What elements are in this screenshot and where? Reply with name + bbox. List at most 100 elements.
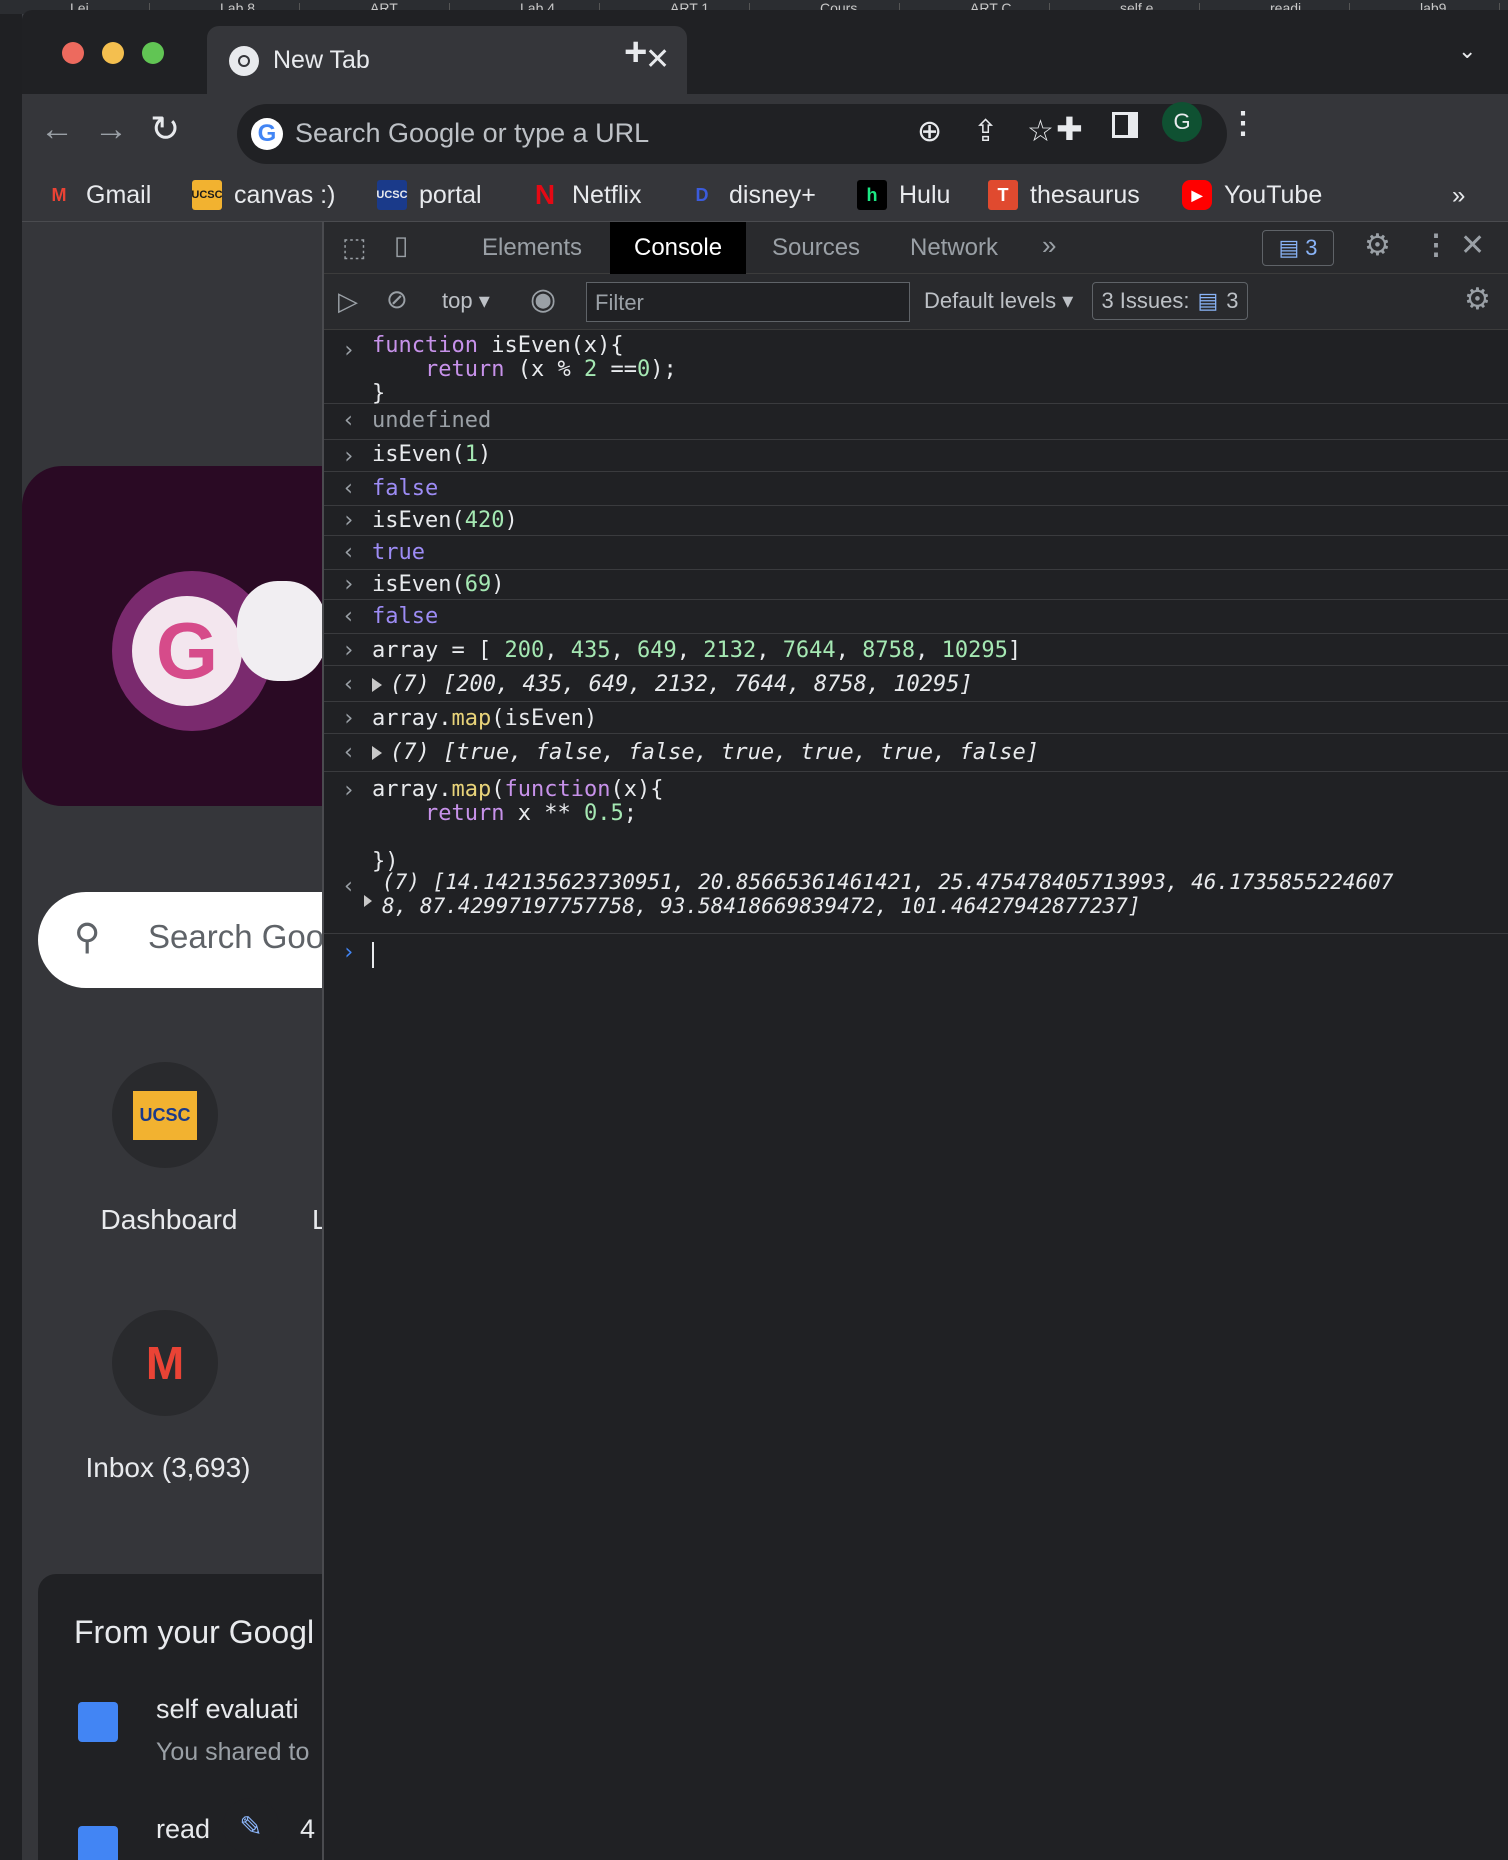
messages-badge[interactable]: ▤ 3 — [1262, 230, 1334, 266]
expand-triangle-icon[interactable] — [364, 888, 380, 913]
device-toolbar-icon[interactable]: ▯ — [394, 230, 408, 261]
output-arrow-icon: ‹ — [342, 408, 356, 433]
minimize-window-button[interactable] — [102, 42, 124, 64]
ucsc-icon: UCSC — [376, 180, 408, 210]
google-icon: G — [251, 118, 283, 150]
browser-window: New Tab ✕ + ⌄ ← → ↻ G Search Google or t… — [22, 10, 1508, 1860]
result-text-wrap: 8, 87.42997197757758, 93.58418669839472,… — [382, 894, 1141, 918]
settings-gear-icon[interactable]: ⚙ — [1364, 228, 1391, 263]
output-arrow-icon: ‹ — [342, 476, 356, 501]
bookmark-youtube[interactable]: ▶ YouTube — [1182, 180, 1322, 210]
bookmark-gmail[interactable]: M Gmail — [44, 180, 152, 210]
eye-icon[interactable]: ◉ — [530, 282, 556, 317]
menu-kebab-icon[interactable]: ⋮ — [1228, 106, 1258, 141]
zoom-window-button[interactable] — [142, 42, 164, 64]
zoom-icon[interactable]: ⊕ — [917, 114, 942, 149]
edit-pencil-icon[interactable]: ✎ — [223, 1798, 279, 1854]
devtools-panel: ⬚ ▯ Elements Console Sources Network » ▤… — [322, 222, 1508, 1860]
expand-triangle-icon[interactable] — [372, 746, 382, 760]
issues-button[interactable]: 3 Issues: ▤ 3 — [1092, 282, 1248, 320]
tab-network[interactable]: Network — [886, 222, 1022, 274]
console-output-row[interactable]: ‹ (7) [200, 435, 649, 2132, 7644, 8758, … — [324, 666, 1508, 702]
sidebar-toggle-icon[interactable]: ▷ — [338, 286, 358, 317]
share-icon[interactable]: ⇪ — [973, 114, 998, 149]
docs-icon — [78, 1702, 118, 1742]
side-panel-icon[interactable] — [1112, 112, 1138, 138]
console-input-row[interactable]: › isEven(420) — [324, 506, 1508, 536]
forward-icon[interactable]: → — [94, 110, 128, 149]
more-bookmarks-icon[interactable]: » — [1452, 182, 1465, 210]
result-text: (7) [14.142135623730951, 20.856653614614… — [382, 870, 1394, 894]
console-input-row[interactable]: › array.map(isEven) — [324, 702, 1508, 734]
context-label: top — [442, 288, 473, 313]
issues-count: 3 — [1226, 288, 1239, 313]
doodle-g-icon: G — [132, 596, 242, 706]
console-input-row[interactable]: › array.map(function(x){ return x ** 0.5… — [324, 772, 1508, 874]
bookmark-label: portal — [419, 180, 482, 209]
new-tab-button[interactable]: + — [624, 30, 647, 75]
bookmark-label: canvas :) — [234, 180, 336, 209]
console-prompt-input[interactable]: › — [324, 936, 1508, 976]
context-select[interactable]: top ▾ — [442, 288, 490, 314]
ntp-search-box[interactable]: ⚲ Search Goo — [38, 892, 338, 988]
tab-new-tab[interactable]: New Tab ✕ — [207, 26, 687, 94]
shortcut-inbox[interactable]: M — [112, 1310, 218, 1416]
result-text: true — [372, 540, 425, 565]
console-output-row[interactable]: ‹ (7) [true, false, false, true, true, t… — [324, 734, 1508, 772]
disney-icon: D — [695, 184, 709, 205]
tab-elements[interactable]: Elements — [458, 222, 606, 274]
output-arrow-icon: ‹ — [342, 874, 356, 899]
inspect-element-icon[interactable]: ⬚ — [342, 232, 367, 263]
devtools-menu-icon[interactable]: ⋮ — [1422, 228, 1450, 261]
bookmark-canvas[interactable]: UCSC canvas :) — [191, 180, 336, 210]
bookmark-portal[interactable]: UCSC portal — [376, 180, 482, 210]
console-output-row[interactable]: ‹ (7) [14.142135623730951, 20.8566536146… — [324, 864, 1508, 934]
netflix-icon: N — [534, 179, 556, 210]
tab-sources[interactable]: Sources — [748, 222, 884, 274]
bookmark-label: thesaurus — [1030, 180, 1140, 209]
input-prompt-icon: › — [342, 940, 356, 965]
input-prompt-icon: › — [342, 778, 356, 803]
bookmark-thesaurus[interactable]: Tthesaurus — [988, 180, 1140, 210]
console-input-row[interactable]: › isEven(69) — [324, 570, 1508, 600]
result-text: (7) [200, 435, 649, 2132, 7644, 8758, 10… — [390, 672, 973, 697]
message-icon: ▤ — [1197, 288, 1219, 313]
console-settings-icon[interactable]: ⚙ — [1464, 282, 1491, 317]
input-prompt-icon: › — [342, 444, 356, 469]
expand-triangle-icon[interactable] — [372, 678, 382, 692]
close-devtools-icon[interactable]: ✕ — [1460, 228, 1485, 263]
thesaurus-icon: T — [988, 180, 1018, 210]
search-icon: ⚲ — [74, 916, 101, 957]
bookmark-disney[interactable]: Ddisney+ — [687, 180, 816, 210]
close-window-button[interactable] — [62, 42, 84, 64]
result-text: undefined — [372, 408, 492, 433]
profile-avatar[interactable]: G — [1162, 102, 1202, 142]
levels-select[interactable]: Default levels ▾ — [924, 288, 1073, 314]
doodle[interactable]: G — [22, 466, 322, 806]
clear-console-icon[interactable]: ⊘ — [386, 284, 408, 315]
console-input-row[interactable]: › array = [ 200, 435, 649, 2132, 7644, 8… — [324, 634, 1508, 666]
shortcut-dashboard[interactable]: UCSC — [112, 1062, 218, 1168]
drive-item-title[interactable]: self evaluati — [156, 1694, 299, 1725]
output-arrow-icon: ‹ — [342, 672, 356, 697]
close-tab-icon[interactable]: ✕ — [645, 42, 670, 77]
tab-console[interactable]: Console — [610, 222, 747, 274]
bookmark-label: Netflix — [572, 180, 642, 209]
issues-label: 3 Issues: — [1101, 288, 1190, 313]
output-arrow-icon: ‹ — [342, 604, 356, 629]
back-icon[interactable]: ← — [40, 110, 74, 149]
drive-item-title[interactable]: read — [156, 1814, 210, 1845]
sugar-skull-icon — [237, 581, 322, 681]
console-input-row[interactable]: › isEven(1) — [324, 440, 1508, 472]
reload-icon[interactable]: ↻ — [150, 108, 180, 150]
input-prompt-icon: › — [342, 706, 356, 731]
bookmark-star-icon[interactable]: ☆ — [1027, 114, 1054, 149]
tab-search-chevron-icon[interactable]: ⌄ — [1458, 38, 1476, 64]
chrome-icon — [229, 46, 259, 76]
bookmark-netflix[interactable]: N Netflix — [530, 179, 642, 210]
extensions-icon[interactable]: ✚ — [1056, 110, 1083, 148]
filter-input[interactable]: Filter — [586, 282, 910, 322]
message-icon: ▤ — [1278, 235, 1300, 260]
bookmark-hulu[interactable]: h Hulu — [857, 180, 950, 210]
more-tabs-icon[interactable]: » — [1042, 230, 1056, 261]
